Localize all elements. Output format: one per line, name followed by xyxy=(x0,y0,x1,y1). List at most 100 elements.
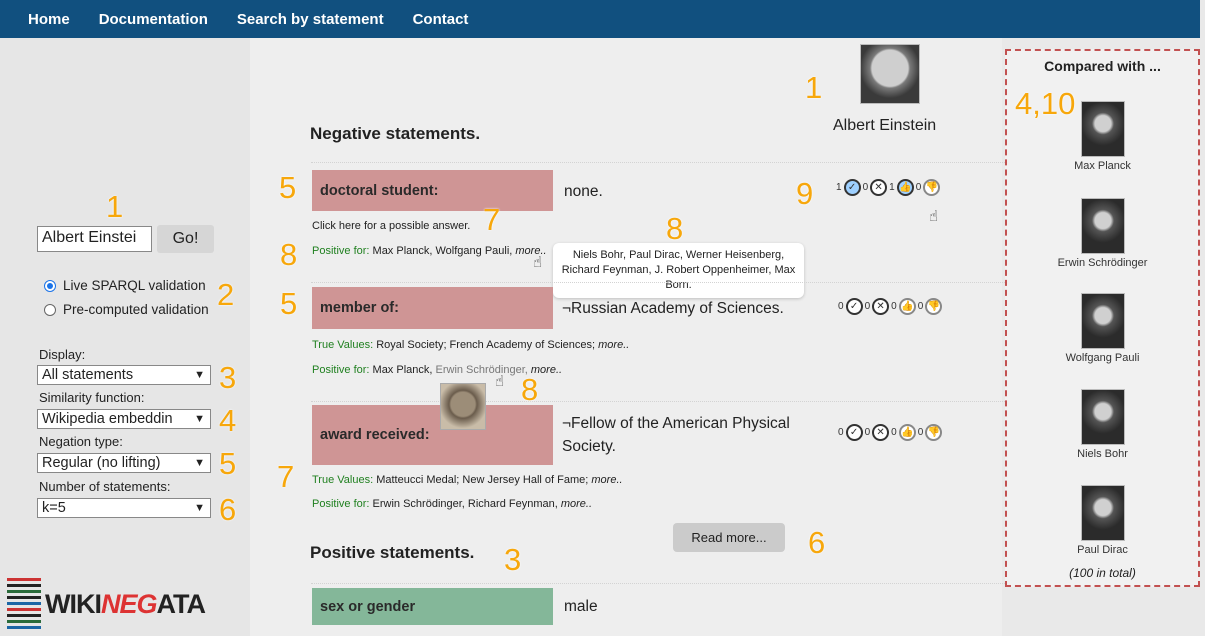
property-doctoral-student: doctoral student: xyxy=(312,170,553,211)
true-values-line: True Values: Royal Society; French Acade… xyxy=(312,339,630,351)
annotation-number: 8 xyxy=(280,237,298,272)
go-button[interactable]: Go! xyxy=(157,225,214,253)
compare-entity[interactable]: Wolfgang Pauli xyxy=(1007,293,1198,364)
entity-photo xyxy=(1080,101,1125,157)
nav-search-by-statement[interactable]: Search by statement xyxy=(237,11,384,28)
display-label: Display: xyxy=(39,347,86,362)
count-select-value: k=5 xyxy=(42,500,66,516)
more-link[interactable]: more.. xyxy=(561,498,592,510)
entity-photo xyxy=(1080,293,1125,349)
compare-total: (100 in total) xyxy=(1069,566,1136,580)
compared-with-title: Compared with ... xyxy=(1044,58,1161,74)
nav-home[interactable]: Home xyxy=(28,11,70,28)
compare-entity[interactable]: Erwin Schrödinger xyxy=(1007,198,1198,269)
x-vote-icon[interactable]: ✕ xyxy=(870,179,888,196)
chevron-down-icon: ▼ xyxy=(194,502,205,514)
hand-cursor-icon: ☝ xyxy=(533,254,543,271)
positive-statements-heading: Positive statements. xyxy=(310,543,475,562)
nav-contact[interactable]: Contact xyxy=(413,11,469,28)
property-value-line2: Society. xyxy=(562,438,616,455)
thumbs-down-icon[interactable]: 👎 xyxy=(925,424,943,441)
more-tooltip: Niels Bohr, Paul Dirac, Werner Heisenber… xyxy=(553,243,804,298)
radio-checked-icon[interactable] xyxy=(44,279,56,292)
more-link[interactable]: more.. xyxy=(598,339,629,351)
wikinegata-logo: WIKINEGATA xyxy=(7,578,206,630)
annotation-number: 4 xyxy=(219,403,237,438)
property-member-of: member of: xyxy=(312,287,553,329)
count-select[interactable]: k=5 ▼ xyxy=(37,498,211,518)
annotation-number: 5 xyxy=(280,286,298,321)
display-select-value: All statements xyxy=(42,367,134,383)
negation-select[interactable]: Regular (no lifting) ▼ xyxy=(37,453,211,473)
check-vote-icon[interactable]: ✓ xyxy=(843,179,861,196)
annotation-number: 5 xyxy=(219,446,237,481)
hand-cursor-icon: ☝ xyxy=(495,373,505,390)
chevron-down-icon: ▼ xyxy=(194,457,205,469)
radio-precomputed[interactable]: Pre-computed validation xyxy=(44,302,209,317)
annotation-number: 5 xyxy=(279,170,297,205)
property-value: ¬Russian Academy of Sciences. xyxy=(562,300,784,317)
radio-live-label: Live SPARQL validation xyxy=(63,278,206,293)
thumbs-down-icon[interactable]: 👎 xyxy=(925,298,943,315)
annotation-number: 7 xyxy=(483,202,501,237)
entity-search-input[interactable]: Albert Einstei xyxy=(37,226,152,252)
positive-for-line: Positive for: Max Planck, Wolfgang Pauli… xyxy=(312,245,547,257)
count-label: Number of statements: xyxy=(39,479,171,494)
chevron-down-icon: ▼ xyxy=(194,369,205,381)
annotation-number: 8 xyxy=(666,211,684,246)
negation-label: Negation type: xyxy=(39,434,123,449)
chevron-down-icon: ▼ xyxy=(194,413,205,425)
row-divider xyxy=(311,162,1101,163)
more-link[interactable]: more.. xyxy=(591,474,622,486)
annotation-number: 3 xyxy=(504,542,522,577)
vote-row: 0 ✓ 0 ✕ 0 👍 0 👎 xyxy=(838,298,944,315)
logo-text: WIKINEGATA xyxy=(45,588,206,619)
possible-answer-link[interactable]: Click here for a possible answer. xyxy=(312,220,470,232)
annotation-number: 7 xyxy=(277,459,295,494)
property-value-line1: ¬Fellow of the American Physical xyxy=(562,415,790,432)
annotation-number: 6 xyxy=(219,492,237,527)
left-panel xyxy=(0,38,250,636)
annotation-number: 6 xyxy=(808,525,826,560)
thumbs-up-icon[interactable]: 👍 xyxy=(898,298,916,315)
similarity-select-value: Wikipedia embeddin xyxy=(42,411,173,427)
entity-photo xyxy=(1080,485,1125,541)
read-more-button[interactable]: Read more... xyxy=(673,523,785,552)
similarity-label: Similarity function: xyxy=(39,390,145,405)
x-vote-icon[interactable]: ✕ xyxy=(872,424,890,441)
x-vote-icon[interactable]: ✕ xyxy=(872,298,890,315)
radio-live-sparql[interactable]: Live SPARQL validation xyxy=(44,278,206,293)
vote-row: 0 ✓ 0 ✕ 0 👍 0 👎 xyxy=(838,424,944,441)
property-value: male xyxy=(564,598,598,615)
logo-bars-icon xyxy=(7,578,41,630)
compared-with-panel: Compared with ... Max Planck Erwin Schrö… xyxy=(1005,49,1200,587)
nav-documentation[interactable]: Documentation xyxy=(99,11,208,28)
property-sex-or-gender: sex or gender xyxy=(312,588,553,625)
check-vote-icon[interactable]: ✓ xyxy=(845,424,863,441)
row-divider xyxy=(311,282,1101,283)
check-vote-icon[interactable]: ✓ xyxy=(845,298,863,315)
annotation-number: 4,10 xyxy=(1015,86,1076,121)
positive-for-line: Positive for: Erwin Schrödinger, Richard… xyxy=(312,498,593,510)
similarity-select[interactable]: Wikipedia embeddin ▼ xyxy=(37,409,211,429)
annotation-number: 8 xyxy=(521,372,539,407)
annotation-number: 1 xyxy=(805,70,823,105)
true-values-line: True Values: Matteucci Medal; New Jersey… xyxy=(312,474,623,486)
display-select[interactable]: All statements ▼ xyxy=(37,365,211,385)
vote-row: 1 ✓ 0 ✕ 1 👍 0 👎 xyxy=(836,179,942,196)
compare-entity[interactable]: Paul Dirac xyxy=(1007,485,1198,556)
thumbs-up-icon[interactable]: 👍 xyxy=(896,179,914,196)
radio-precomputed-label: Pre-computed validation xyxy=(63,302,209,317)
thumbs-down-icon[interactable]: 👎 xyxy=(923,179,941,196)
annotation-number: 3 xyxy=(219,360,237,395)
compare-entity[interactable]: Niels Bohr xyxy=(1007,389,1198,460)
thumbs-up-icon[interactable]: 👍 xyxy=(898,424,916,441)
top-navbar: Home Documentation Search by statement C… xyxy=(0,0,1200,38)
negative-statements-heading: Negative statements. xyxy=(310,124,481,143)
row-divider xyxy=(311,401,1101,402)
entity-photo xyxy=(1080,198,1125,254)
radio-unchecked-icon[interactable] xyxy=(44,303,56,316)
hand-cursor-icon: ☝ xyxy=(929,208,939,225)
annotation-number: 1 xyxy=(106,189,124,224)
schrodinger-thumbnail xyxy=(440,383,486,430)
